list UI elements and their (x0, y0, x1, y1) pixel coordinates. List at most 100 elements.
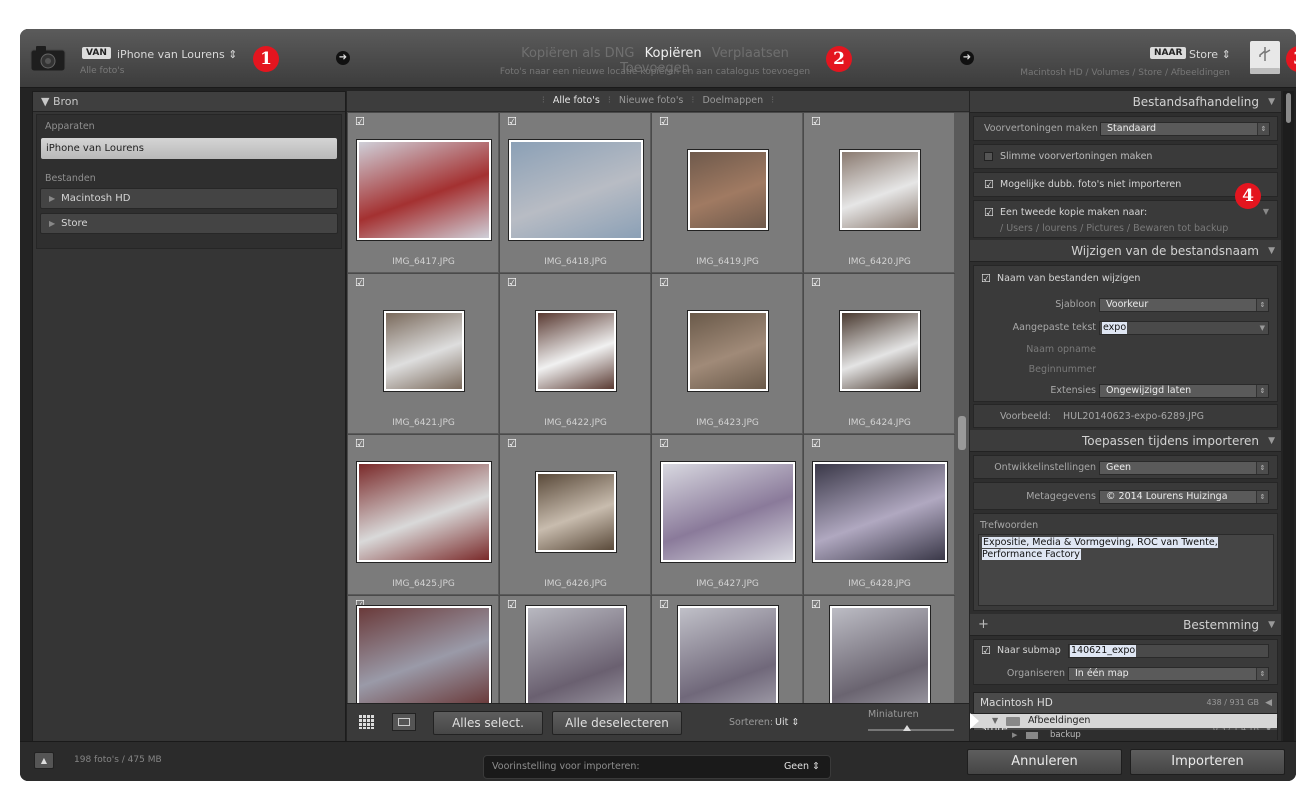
photo-checkbox[interactable]: ☑ (507, 277, 518, 288)
settings-panel: Bestandsafhandeling ▼ Voorvertoningen ma… (970, 91, 1281, 741)
photo-thumbnail-cell[interactable]: ☑ IMG_6422.JPG (500, 274, 651, 434)
import-preset-select[interactable]: Voorinstelling voor importeren: Geen ⇕ (483, 755, 831, 779)
photo-checkbox[interactable]: ☑ (355, 438, 366, 449)
destination-header[interactable]: + Bestemming ▼ (970, 614, 1281, 636)
photo-thumbnail[interactable] (356, 605, 492, 707)
keywords-textarea[interactable]: Expositie, Media & Vormgeving, ROC van T… (978, 534, 1274, 606)
loupe-view-icon[interactable] (392, 713, 416, 731)
photo-thumbnail[interactable] (356, 139, 492, 241)
metadata-select[interactable]: © 2014 Lourens Huizinga ⇕ (1099, 490, 1269, 504)
grid-view-icon[interactable] (359, 715, 375, 729)
folder-afbeeldingen[interactable]: ▼ Afbeeldingen (970, 713, 1277, 729)
camera-icon[interactable] (30, 44, 66, 72)
photo-thumbnail-cell[interactable]: ☑ IMG_6425.JPG (348, 435, 499, 595)
scrollbar-thumb[interactable] (958, 416, 966, 450)
photo-checkbox[interactable]: ☑ (507, 599, 518, 610)
source-selector[interactable]: iPhone van Lourens ⇕ (117, 48, 237, 61)
photo-checkbox[interactable]: ☑ (811, 116, 822, 127)
filter-destination-folders[interactable]: Doelmappen (697, 95, 768, 106)
volume-macintosh-hd[interactable]: Macintosh HD 438 / 931 GB ◀ (973, 692, 1278, 714)
filter-all-photos[interactable]: Alle foto's (548, 95, 605, 106)
destination-selector[interactable]: Store ⇕ (1189, 48, 1231, 61)
develop-select[interactable]: Geen ⇕ (1099, 461, 1269, 475)
photo-checkbox[interactable]: ☑ (659, 438, 670, 449)
chevron-down-icon[interactable]: ▼ (1263, 207, 1269, 216)
photo-thumbnail-cell[interactable]: ☑ IMG_6419.JPG (652, 113, 803, 273)
photo-checkbox[interactable]: ☑ (811, 599, 822, 610)
mode-copy[interactable]: Kopiëren (645, 46, 702, 61)
folder-item-macintosh-hd[interactable]: ▶ Macintosh HD (40, 188, 338, 209)
photo-thumbnail[interactable] (687, 310, 769, 392)
source-panel-header[interactable]: ▼ Bron (33, 92, 345, 112)
custom-text-input[interactable]: expo ▼ (1099, 321, 1269, 335)
photo-checkbox[interactable]: ☑ (507, 116, 518, 127)
slider-knob[interactable] (903, 725, 911, 731)
photo-thumbnail-cell[interactable]: ☑ IMG_6418.JPG (500, 113, 651, 273)
photo-filename: IMG_6426.JPG (544, 579, 607, 589)
photo-checkbox[interactable]: ☑ (811, 438, 822, 449)
template-select[interactable]: Voorkeur ⇕ (1099, 298, 1269, 312)
photo-thumbnail[interactable] (839, 149, 921, 231)
mode-copy-dng[interactable]: Kopiëren als DNG (521, 46, 634, 61)
add-folder-icon[interactable]: + (978, 614, 989, 636)
photo-thumbnail-cell[interactable]: ☑ IMG_6426.JPG (500, 435, 651, 595)
photo-thumbnail-cell[interactable]: ☑ IMG_6421.JPG (348, 274, 499, 434)
import-button[interactable]: Importeren (1130, 749, 1285, 775)
photo-thumbnail-cell[interactable]: ☑ IMG_6417.JPG (348, 113, 499, 273)
expand-up-icon[interactable]: ▲ (34, 752, 54, 769)
rename-checkbox[interactable]: ☑ (981, 273, 992, 284)
subfolder-input[interactable]: 140621_expo (1068, 644, 1269, 658)
photo-checkbox[interactable]: ☑ (811, 277, 822, 288)
photo-checkbox[interactable]: ☑ (507, 438, 518, 449)
scrollbar-thumb[interactable] (1286, 93, 1291, 123)
device-item-iphone[interactable]: iPhone van Lourens (41, 138, 337, 159)
photo-thumbnail[interactable] (535, 310, 617, 392)
apply-header[interactable]: Toepassen tijdens importeren ▼ (970, 430, 1281, 452)
photo-thumbnail[interactable] (383, 310, 465, 392)
photo-thumbnail[interactable] (687, 149, 769, 231)
no-duplicates-checkbox[interactable]: ☑ (984, 179, 995, 190)
mode-move[interactable]: Verplaatsen (712, 46, 789, 61)
subfolder-checkbox[interactable]: ☑ (981, 645, 992, 656)
settings-scrollbar[interactable] (1283, 91, 1294, 741)
photo-checkbox[interactable]: ☑ (659, 116, 670, 127)
photo-checkbox[interactable]: ☑ (659, 599, 670, 610)
photo-thumbnail[interactable] (508, 139, 644, 241)
photo-checkbox[interactable]: ☑ (355, 116, 366, 127)
photo-checkbox[interactable]: ☑ (659, 277, 670, 288)
photo-checkbox[interactable]: ☑ (355, 277, 366, 288)
photo-thumbnail[interactable] (839, 310, 921, 392)
cancel-button[interactable]: Annuleren (967, 749, 1122, 775)
file-handling-header[interactable]: Bestandsafhandeling ▼ (970, 91, 1281, 113)
filter-new-photos[interactable]: Nieuwe foto's (614, 95, 689, 106)
usb-drive-icon[interactable] (1248, 39, 1282, 76)
grid-scrollbar[interactable] (955, 113, 969, 741)
extensions-select[interactable]: Ongewijzigd laten ⇕ (1099, 384, 1269, 398)
deselect-all-button[interactable]: Alle deselecteren (552, 711, 682, 735)
photo-filename: IMG_6419.JPG (696, 257, 759, 267)
sort-label: Sorteren: (729, 717, 774, 728)
photo-thumbnail[interactable] (812, 461, 948, 563)
smart-previews-checkbox[interactable] (984, 152, 993, 161)
photo-thumbnail-cell[interactable]: ☑ IMG_6424.JPG (804, 274, 955, 434)
photo-thumbnail[interactable] (660, 461, 796, 563)
select-all-button[interactable]: Alles select. (433, 711, 543, 735)
folder-item-store[interactable]: ▶ Store (40, 213, 338, 234)
metadata-row: Metagegevens © 2014 Lourens Huizinga ⇕ (973, 482, 1278, 510)
folder-icon (1006, 717, 1020, 726)
organize-select[interactable]: In één map ⇕ (1068, 667, 1269, 681)
photo-thumbnail[interactable] (356, 461, 492, 563)
folder-backup[interactable]: ▶ backup (970, 730, 1277, 740)
photo-thumbnail[interactable] (535, 471, 617, 553)
photo-thumbnail-cell[interactable]: ☑ IMG_6427.JPG (652, 435, 803, 595)
destination-title: Bestemming (1183, 618, 1259, 632)
second-copy-checkbox[interactable]: ☑ (984, 207, 995, 218)
photo-thumbnail-cell[interactable]: ☑ IMG_6423.JPG (652, 274, 803, 434)
photo-thumbnail-cell[interactable]: ☑ IMG_6428.JPG (804, 435, 955, 595)
collapse-triangle-icon: ▼ (1268, 620, 1275, 630)
sort-select[interactable]: Uit ⇕ (775, 717, 799, 728)
rename-header[interactable]: Wijzigen van de bestandsnaam ▼ (970, 240, 1281, 262)
thumbnail-size-slider[interactable] (868, 725, 954, 731)
photo-thumbnail-cell[interactable]: ☑ IMG_6420.JPG (804, 113, 955, 273)
previews-select[interactable]: Standaard ⇕ (1100, 122, 1270, 136)
